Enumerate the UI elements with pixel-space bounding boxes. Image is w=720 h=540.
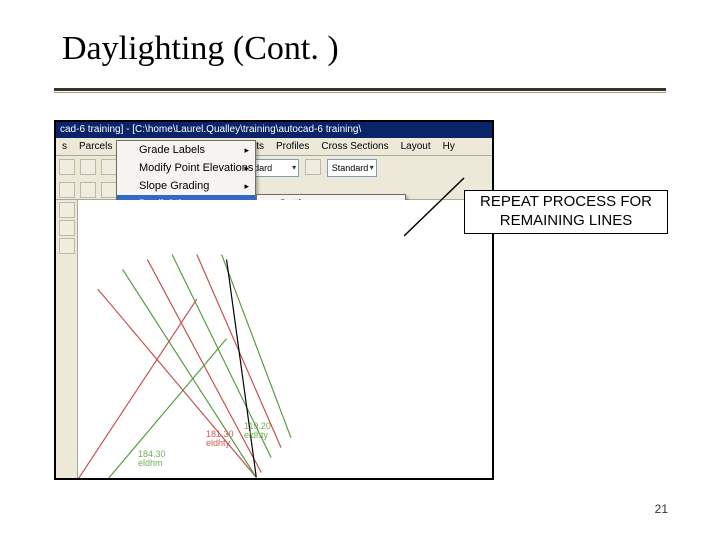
menu-item-slope-grading[interactable]: Slope Grading	[117, 177, 255, 195]
elevation-label: 119.20 eldhty	[244, 422, 271, 440]
toolbar-icon[interactable]	[305, 159, 321, 175]
map-lines	[78, 200, 492, 479]
menu-item-modify-point-elevations[interactable]: Modify Point Elevations	[117, 159, 255, 177]
elevation-label: 184.30 eldhm	[138, 450, 166, 468]
toolbar-icon[interactable]	[101, 159, 117, 175]
callout-text-line1: REPEAT PROCESS FOR	[480, 193, 652, 210]
menu-layout[interactable]: Layout	[395, 141, 437, 152]
slide-title: Daylighting (Cont. )	[62, 30, 339, 68]
menu-parcels[interactable]: Parcels	[73, 141, 118, 152]
drawing-canvas[interactable]: 181.30 eldhty 119.20 eldhty 184.30 eldhm	[56, 200, 492, 478]
toolbar-icon[interactable]	[59, 159, 75, 175]
toolbar-icon[interactable]	[59, 202, 75, 218]
elevation-label: 181.30 eldhty	[206, 430, 234, 448]
toolbar-style-dropdown[interactable]: dard	[249, 159, 299, 177]
toolbar-icon[interactable]	[80, 182, 96, 198]
menu-cross-sections[interactable]: Cross Sections	[315, 141, 394, 152]
page-number: 21	[655, 502, 668, 516]
toolbar-style2-dropdown[interactable]: Standard	[327, 159, 377, 177]
menu-profiles[interactable]: Profiles	[270, 141, 315, 152]
toolbar-icon[interactable]	[101, 182, 117, 198]
callout-box: REPEAT PROCESS FOR REMAINING LINES	[464, 190, 668, 234]
callout-text-line2: REMAINING LINES	[500, 212, 633, 229]
toolbar-icon[interactable]	[59, 182, 75, 198]
menu-hy[interactable]: Hy	[437, 141, 461, 152]
window-titlebar: cad-6 training] - [C:\home\Laurel.Qualle…	[56, 122, 492, 138]
toolbar-icon[interactable]	[59, 220, 75, 236]
menu-item-grade-labels[interactable]: Grade Labels	[117, 141, 255, 159]
title-underline	[54, 88, 666, 91]
toolbar-icon[interactable]	[80, 159, 96, 175]
toolbar-icon[interactable]	[59, 238, 75, 254]
vertical-toolbar	[56, 200, 78, 478]
menu-s[interactable]: s	[56, 141, 73, 152]
callout-leader-line	[404, 218, 468, 219]
